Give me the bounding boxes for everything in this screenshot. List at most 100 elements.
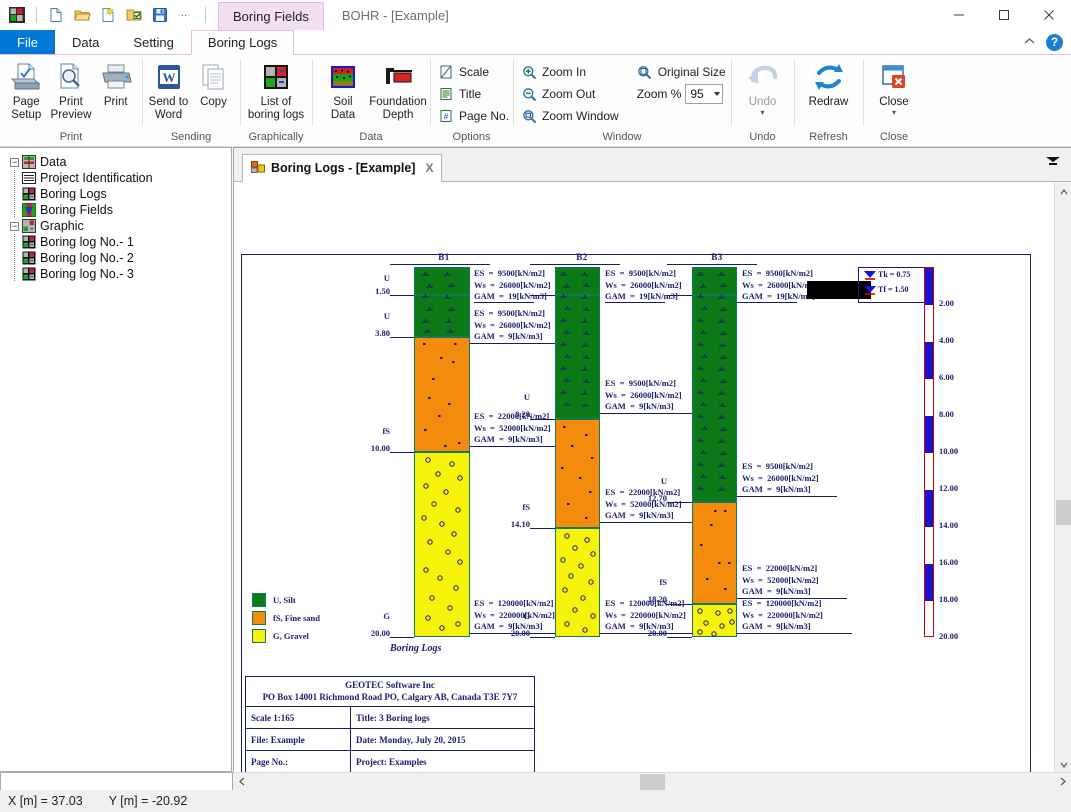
zoom-out-button[interactable]: Zoom Out bbox=[517, 83, 625, 105]
tree-item-boring-logs[interactable]: Boring Logs bbox=[4, 186, 229, 202]
title-block-scale: Scale 1:165 bbox=[246, 707, 350, 729]
boundary-line-b2-1 bbox=[530, 294, 555, 296]
app-logo-icon[interactable] bbox=[6, 4, 28, 26]
list-of-boring-logs-button[interactable]: List of boring logs bbox=[244, 57, 308, 124]
title-bar: ·· Boring Fields BOHR - [Example] bbox=[0, 0, 1071, 30]
tree-item-boring-fields-label: Boring Fields bbox=[40, 203, 113, 217]
undo-dropdown-icon[interactable]: ▾ bbox=[760, 108, 764, 116]
tree-item-boring-log-1[interactable]: Boring log No.- 1 bbox=[4, 234, 229, 250]
horizontal-scroll-thumb[interactable] bbox=[640, 774, 665, 790]
page-setup-button[interactable]: Page Setup bbox=[4, 57, 49, 124]
help-icon[interactable]: ? bbox=[1046, 33, 1063, 51]
scroll-up-button[interactable] bbox=[1055, 183, 1071, 200]
page-setup-icon bbox=[9, 60, 43, 94]
undo-button[interactable]: Undo ▾ bbox=[735, 57, 790, 119]
hatch-b2-silt bbox=[560, 272, 590, 407]
new-document-icon[interactable] bbox=[45, 4, 67, 26]
zoom-in-button[interactable]: Zoom In bbox=[517, 61, 625, 83]
title-block-page-no: Page No.: bbox=[251, 757, 288, 767]
tab-list-icon[interactable] bbox=[1045, 156, 1071, 174]
zoom-out-label: Zoom Out bbox=[542, 87, 596, 101]
ribbon-group-graphically-title: Graphically bbox=[248, 131, 304, 143]
drawing-page: B1 U 1.50 U 3.80 fS 10.00 G 20.00 ES = 9… bbox=[241, 252, 1031, 772]
scale-segment-5 bbox=[925, 564, 933, 601]
boundary-line-b2-3 bbox=[530, 528, 555, 529]
send-to-word-button[interactable]: W Send to Word bbox=[146, 57, 191, 124]
depth-label-b1-3: 10.00 bbox=[370, 443, 390, 453]
tree-item-data-label: Data bbox=[40, 155, 67, 169]
drawing-canvas[interactable]: B1 U 1.50 U 3.80 fS 10.00 G 20.00 ES = 9… bbox=[234, 182, 1071, 772]
scroll-down-button[interactable] bbox=[1055, 756, 1071, 773]
scroll-right-button[interactable] bbox=[1054, 773, 1071, 790]
depth-label-b3-2: 12.70 bbox=[647, 493, 667, 503]
close-dropdown-icon[interactable]: ▾ bbox=[892, 108, 896, 116]
overflow-icon[interactable]: ·· bbox=[175, 4, 197, 26]
tree-item-boring-fields[interactable]: Boring Fields bbox=[4, 202, 229, 218]
minimize-button[interactable] bbox=[936, 0, 981, 30]
page-no-button[interactable]: # Page No. bbox=[434, 105, 515, 127]
copy-button[interactable]: Copy bbox=[191, 57, 236, 112]
scale-icon bbox=[438, 64, 454, 80]
print-preview-button[interactable]: Print Preview bbox=[49, 57, 94, 124]
ribbon-body: Page Setup Print Preview Print Print W S… bbox=[0, 55, 1071, 147]
foundation-depth-button[interactable]: Foundation Depth bbox=[369, 57, 427, 124]
tree-guide-6 bbox=[10, 266, 22, 282]
maximize-button[interactable] bbox=[981, 0, 1026, 30]
hatch-b3-gravel bbox=[697, 608, 735, 637]
title-block-project: Project: Examples bbox=[356, 757, 427, 767]
chevron-down-icon bbox=[714, 92, 721, 96]
print-button[interactable]: Print bbox=[93, 57, 138, 112]
hatch-b2-sand bbox=[561, 425, 594, 519]
document-tab-boring-logs[interactable]: Boring Logs - [Example] X bbox=[242, 154, 443, 182]
vertical-scrollbar[interactable] bbox=[1054, 183, 1071, 773]
tree-item-project-identification[interactable]: Project Identification bbox=[4, 170, 229, 186]
tree-item-graphic[interactable]: − Graphic bbox=[4, 218, 229, 234]
boundary-line-b3-1 bbox=[667, 294, 692, 296]
tree-item-boring-log-2[interactable]: Boring log No.- 2 bbox=[4, 250, 229, 266]
ribbon-tab-data[interactable]: Data bbox=[55, 30, 116, 54]
app-tab-strip: Boring Fields bbox=[218, 0, 324, 30]
open-project-icon[interactable] bbox=[123, 4, 145, 26]
redraw-label: Redraw bbox=[808, 96, 849, 108]
zoom-percent-select[interactable]: 95 bbox=[685, 84, 724, 104]
title-block-left-column: Scale 1:165 File: Example Page No.: bbox=[246, 707, 351, 772]
datum-line-b3 bbox=[667, 264, 757, 265]
close-button[interactable] bbox=[1026, 0, 1071, 30]
title-block-title: Title: 3 Boring logs bbox=[351, 707, 534, 729]
save-disk-icon[interactable] bbox=[149, 4, 171, 26]
water-table-icon bbox=[864, 286, 876, 295]
tree-item-data[interactable]: − Data bbox=[4, 154, 229, 170]
soil-code-b2-2: U bbox=[523, 392, 530, 402]
open-folder-icon[interactable] bbox=[71, 4, 93, 26]
props-b2-layer-2: ES = 9500[kN/m2] Ws = 26000[kN/m2] GAM =… bbox=[605, 378, 682, 411]
tree-item-project-identification-label: Project Identification bbox=[40, 171, 153, 185]
chevron-up-icon[interactable] bbox=[1019, 34, 1040, 50]
redraw-button[interactable]: Redraw bbox=[801, 57, 857, 112]
ribbon-tab-file[interactable]: File bbox=[0, 30, 55, 54]
title-block: GEOTEC Software Inc PO Box 14001 Richmon… bbox=[245, 676, 535, 772]
close-icon[interactable]: X bbox=[421, 161, 433, 175]
original-size-icon bbox=[637, 64, 653, 80]
expander-data[interactable]: − bbox=[10, 157, 19, 167]
horizontal-scrollbar[interactable] bbox=[233, 772, 1071, 790]
ribbon-tab-boring-logs[interactable]: Boring Logs bbox=[190, 30, 295, 55]
scroll-left-button[interactable] bbox=[233, 773, 250, 790]
new-file-icon[interactable] bbox=[97, 4, 119, 26]
tree-item-boring-log-3[interactable]: Boring log No.- 3 bbox=[4, 266, 229, 282]
soil-data-button[interactable]: Soil Data bbox=[316, 57, 370, 124]
scale-button[interactable]: Scale bbox=[434, 61, 515, 83]
hatch-b1-gravel bbox=[421, 457, 463, 631]
callout-line-b3-4 bbox=[737, 633, 852, 634]
app-tab-boring-fields[interactable]: Boring Fields bbox=[218, 2, 324, 30]
expander-graphic[interactable]: − bbox=[10, 221, 19, 231]
vertical-scroll-thumb[interactable] bbox=[1056, 500, 1071, 525]
status-input-field[interactable] bbox=[0, 772, 233, 791]
props-b3-layer-3: ES = 22000[kN/m2] Ws = 52000[kN/m2] GAM … bbox=[742, 563, 819, 596]
ribbon-group-undo-title: Undo bbox=[749, 131, 776, 143]
title-button[interactable]: Title bbox=[434, 83, 515, 105]
tree-item-boring-logs-label: Boring Logs bbox=[40, 187, 107, 201]
zoom-window-button[interactable]: Zoom Window bbox=[517, 105, 625, 127]
ribbon-tab-setting[interactable]: Setting bbox=[116, 30, 190, 54]
original-size-button[interactable]: Original Size bbox=[633, 61, 732, 83]
close-document-button[interactable]: Close ▾ bbox=[867, 57, 921, 119]
